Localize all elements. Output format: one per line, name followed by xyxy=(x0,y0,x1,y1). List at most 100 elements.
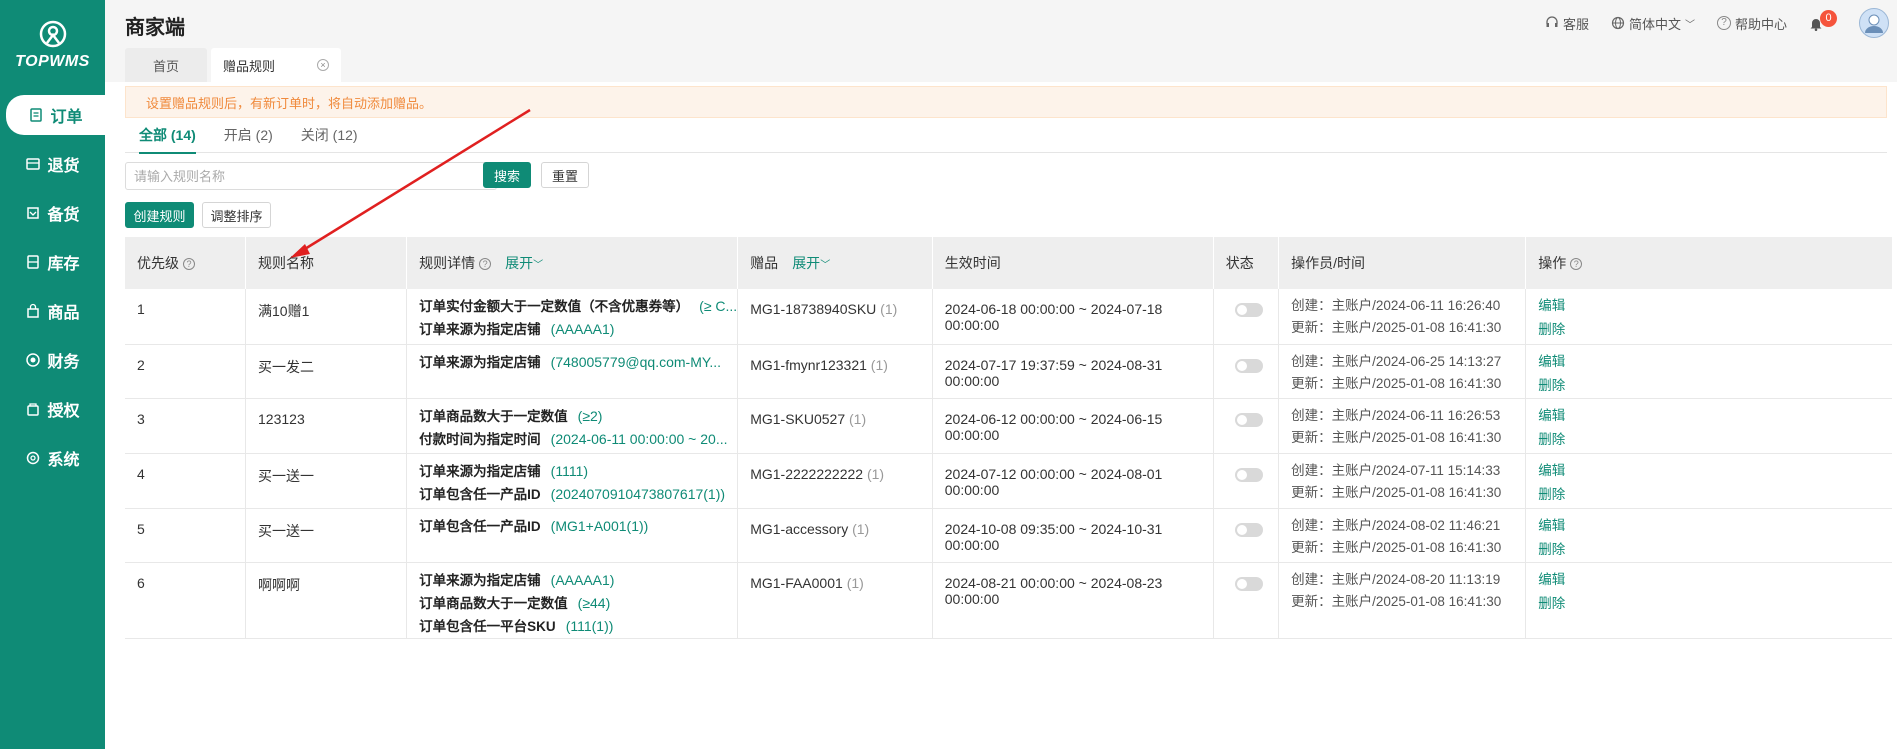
col-priority: 优先级? xyxy=(125,237,247,289)
cell-status xyxy=(1213,344,1280,399)
cell-rule-name: 满10赠1 xyxy=(245,289,408,345)
cell-rule-details: 订单来源为指定店铺 (AAAAA1) 订单商品数大于一定数值 (≥44) 订单包含任一平… xyxy=(406,562,739,639)
edit-link[interactable]: 编辑 xyxy=(1538,350,1892,374)
edit-link[interactable]: 编辑 xyxy=(1538,568,1892,592)
cell-operator: 创建：主账户/2024-07-11 15:14:33 更新：主账户/2025-01… xyxy=(1278,453,1527,509)
help-icon[interactable]: ? xyxy=(183,258,195,271)
tab-disabled[interactable]: 关闭 (12) xyxy=(301,117,358,153)
sidebar-item-auth[interactable]: 授权 xyxy=(0,384,105,433)
delete-link[interactable]: 删除 xyxy=(1538,483,1892,507)
sidebar-item-stock-prep[interactable]: 备货 xyxy=(0,188,105,237)
adjust-sort-button[interactable]: 调整排序 xyxy=(202,202,271,228)
sidebar-item-product[interactable]: 商品 xyxy=(0,286,105,335)
system-icon xyxy=(27,451,40,464)
help-center-button[interactable]: ? 帮助中心 xyxy=(1716,14,1787,33)
cell-ops: 编辑 删除 xyxy=(1525,453,1892,509)
brand-logo[interactable]: TOPWMS xyxy=(0,0,105,90)
page-tabs: 首页 赠品规则 × xyxy=(125,48,342,82)
sidebar-item-label: 退货 xyxy=(47,157,80,175)
created-info: 创建：主账户/2024-06-11 16:26:40 xyxy=(1291,298,1501,313)
cell-rule-name: 买一送一 xyxy=(245,453,408,509)
tab-all[interactable]: 全部 (14) xyxy=(139,117,196,154)
sidebar-item-system[interactable]: 系统 xyxy=(0,433,105,482)
cell-gift: MG1-fmynr123321 (1) xyxy=(737,344,933,399)
delete-link[interactable]: 删除 xyxy=(1538,538,1892,562)
cell-gift: MG1-FAA0001 (1) xyxy=(737,562,933,639)
delete-link[interactable]: 删除 xyxy=(1538,592,1892,616)
rule-name-search-input[interactable] xyxy=(125,162,497,190)
rule-condition: 订单实付金额大于一定数值（不含优惠券等） (≥ C... xyxy=(419,298,738,314)
rule-condition: 订单包含任一产品ID (2024070910473807617(1)) xyxy=(419,485,726,502)
tab-enabled[interactable]: 开启 (2) xyxy=(224,117,273,153)
cell-priority: 1 xyxy=(125,289,247,345)
status-tabs: 全部 (14) 开启 (2) 关闭 (12) xyxy=(125,117,1887,154)
customer-service-label: 客服 xyxy=(1562,16,1589,32)
col-validity: 生效时间 xyxy=(932,237,1214,289)
tab-label: 首页 xyxy=(153,58,180,74)
search-button[interactable]: 搜索 xyxy=(483,162,531,188)
cell-status xyxy=(1213,398,1280,454)
status-toggle[interactable] xyxy=(1234,412,1263,427)
rule-condition: 订单包含任一平台SKU (111(1)) xyxy=(419,617,614,634)
delete-link[interactable]: 删除 xyxy=(1538,428,1892,452)
status-toggle[interactable] xyxy=(1234,576,1263,591)
delete-link[interactable]: 删除 xyxy=(1538,374,1892,398)
edit-link[interactable]: 编辑 xyxy=(1538,404,1892,428)
rule-condition: 订单包含任一产品ID (MG1+A001(1)) xyxy=(419,517,649,534)
sidebar-item-return[interactable]: 退货 xyxy=(0,139,105,188)
updated-info: 更新：主账户/2025-01-08 16:41:30 xyxy=(1291,320,1502,335)
notice-banner: 设置赠品规则后，有新订单时，将自动添加赠品。 xyxy=(125,86,1887,118)
status-toggle[interactable] xyxy=(1234,358,1263,373)
delete-link[interactable]: 删除 xyxy=(1538,318,1892,342)
close-icon[interactable]: × xyxy=(317,59,330,71)
gift-expand-toggle[interactable]: 展开﹀ xyxy=(792,255,830,271)
created-info: 创建：主账户/2024-06-11 16:26:53 xyxy=(1291,407,1501,423)
chevron-down-icon: ﹀ xyxy=(533,260,544,271)
created-info: 创建：主账户/2024-06-25 14:13:27 xyxy=(1291,353,1502,369)
created-info: 创建：主账户/2024-08-02 11:46:21 xyxy=(1291,517,1501,533)
col-status: 状态 xyxy=(1213,237,1280,289)
cell-operator: 创建：主账户/2024-06-25 14:13:27 更新：主账户/2025-01… xyxy=(1278,344,1527,399)
sidebar-item-order[interactable]: 订单 xyxy=(6,95,105,135)
edit-link[interactable]: 编辑 xyxy=(1538,514,1892,538)
sidebar-item-label: 系统 xyxy=(47,451,80,469)
sidebar-item-label: 授权 xyxy=(47,402,80,420)
language-select[interactable]: 简体中文 ﹀ xyxy=(1611,14,1695,33)
help-icon[interactable]: ? xyxy=(1570,258,1583,271)
edit-link[interactable]: 编辑 xyxy=(1538,459,1892,483)
tab-home[interactable]: 首页 xyxy=(125,48,208,82)
cell-status xyxy=(1213,289,1280,345)
reset-button[interactable]: 重置 xyxy=(541,162,589,188)
cell-priority: 4 xyxy=(125,453,247,509)
customer-service-button[interactable]: 客服 xyxy=(1545,14,1589,33)
details-expand-toggle[interactable]: 展开﹀ xyxy=(505,255,543,271)
language-label: 简体中文 xyxy=(1628,16,1681,32)
cell-rule-details: 订单实付金额大于一定数值（不含优惠券等） (≥ C... 订单来源为指定店铺 (AAA… xyxy=(406,289,739,345)
rule-condition: 订单来源为指定店铺 (1111) xyxy=(419,462,589,479)
return-icon xyxy=(26,157,41,170)
cell-validity: 2024-06-18 00:00:00 ~ 2024-07-18 00:00:0… xyxy=(932,289,1214,345)
help-icon: ? xyxy=(1716,16,1731,30)
created-info: 创建：主账户/2024-08-20 11:13:19 xyxy=(1291,571,1501,587)
stock-prep-icon xyxy=(27,206,40,219)
cell-rule-name: 买一送一 xyxy=(245,508,408,563)
status-toggle[interactable] xyxy=(1234,303,1263,317)
status-toggle[interactable] xyxy=(1234,467,1263,482)
notification-button[interactable]: 0 xyxy=(1809,9,1837,31)
cell-gift: MG1-18738940SKU (1) xyxy=(737,289,933,345)
status-toggle[interactable] xyxy=(1234,522,1263,537)
sidebar-item-finance[interactable]: 财务 xyxy=(0,335,105,384)
rule-condition: 付款时间为指定时间 (2024-06-11 00:00:00 ~ 20... xyxy=(419,430,728,447)
cell-rule-details: 订单来源为指定店铺 (1111) 订单包含任一产品ID (20240709104738… xyxy=(406,453,739,509)
edit-link[interactable]: 编辑 xyxy=(1538,294,1892,318)
rule-condition: 订单来源为指定店铺 (748005779@qq.com-MY... xyxy=(419,353,722,370)
cell-ops: 编辑 删除 xyxy=(1525,562,1892,639)
help-icon[interactable]: ? xyxy=(479,258,492,271)
avatar[interactable] xyxy=(1859,8,1889,38)
create-rule-button[interactable]: 创建规则 xyxy=(125,202,194,228)
created-info: 创建：主账户/2024-07-11 15:14:33 xyxy=(1291,462,1501,478)
table-row: 6 啊啊啊 订单来源为指定店铺 (AAAAA1) 订单商品数大于一定数值 (≥44) 订单包… xyxy=(125,562,1892,639)
sidebar-item-inventory[interactable]: 库存 xyxy=(0,237,105,286)
cell-gift: MG1-2222222222 (1) xyxy=(737,453,933,509)
tab-gift-rules[interactable]: 赠品规则 × xyxy=(211,48,342,82)
